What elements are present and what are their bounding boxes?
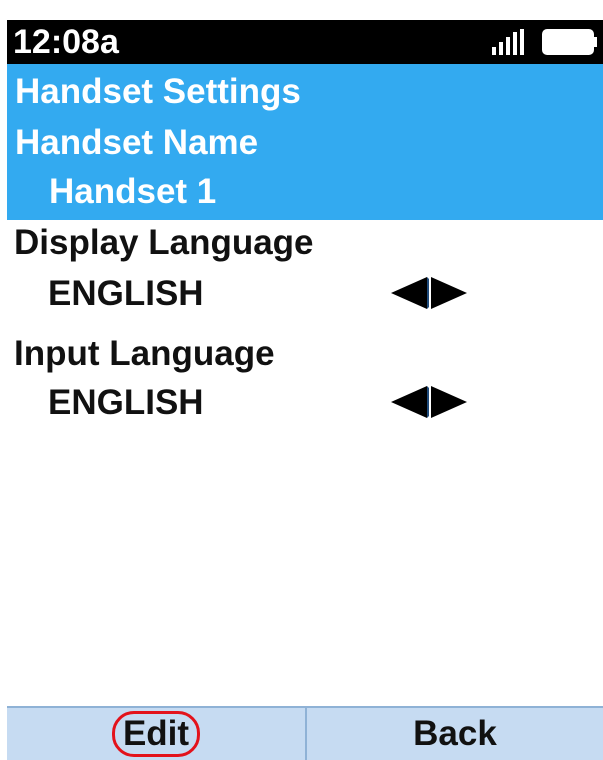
clock-time: 12:08a xyxy=(13,23,119,61)
selected-setting-header[interactable]: Handset Settings Handset Name Handset 1 xyxy=(7,64,603,220)
display-language-value: ENGLISH xyxy=(48,274,204,313)
edit-softkey[interactable]: Edit xyxy=(7,708,307,760)
input-language-label: Input Language xyxy=(14,334,275,373)
back-softkey[interactable]: Back xyxy=(307,708,603,760)
battery-icon xyxy=(542,29,597,55)
softkey-bar: Edit Back xyxy=(7,706,603,760)
signal-bars-icon xyxy=(492,29,524,55)
menu-title: Handset Settings xyxy=(15,72,301,111)
input-language-value: ENGLISH xyxy=(48,383,204,422)
back-button-label: Back xyxy=(413,714,497,753)
edit-button-label: Edit xyxy=(111,711,201,757)
status-bar: 12:08a xyxy=(7,20,603,64)
display-language-label: Display Language xyxy=(14,223,314,262)
left-right-arrows-icon[interactable] xyxy=(391,277,467,309)
handset-name-value: Handset 1 xyxy=(49,172,217,211)
left-right-arrows-icon[interactable] xyxy=(391,386,467,418)
handset-name-label: Handset Name xyxy=(15,123,259,162)
